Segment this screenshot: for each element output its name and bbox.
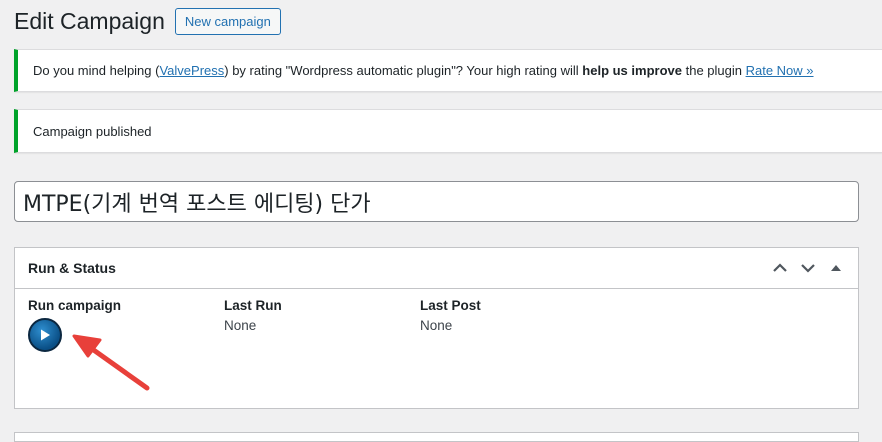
page-title: Edit Campaign bbox=[14, 8, 165, 34]
run-campaign-button[interactable] bbox=[28, 318, 62, 352]
title-row: Edit Campaign New campaign bbox=[14, 8, 281, 35]
last-run-column: Last Run None bbox=[224, 298, 282, 333]
rating-prefix: Do you mind helping ( bbox=[33, 63, 160, 78]
rating-middle: ) by rating "Wordpress automatic plugin"… bbox=[224, 63, 583, 78]
rating-bold: help us improve bbox=[582, 63, 682, 78]
last-run-value: None bbox=[224, 318, 257, 333]
new-campaign-button[interactable]: New campaign bbox=[174, 8, 281, 35]
last-post-label: Last Post bbox=[420, 298, 481, 313]
post-title-input[interactable]: MTPE(기계 번역 포스트 에디팅) 단가 bbox=[14, 181, 859, 222]
rate-now-link[interactable]: Rate Now » bbox=[746, 63, 814, 78]
run-status-title: Run & Status bbox=[28, 260, 116, 276]
move-down-icon[interactable] bbox=[794, 254, 822, 282]
rating-suffix: the plugin bbox=[681, 63, 746, 78]
published-notice: Campaign published bbox=[14, 109, 882, 153]
last-post-value: None bbox=[420, 318, 453, 333]
run-status-header: Run & Status bbox=[15, 248, 858, 289]
move-up-icon[interactable] bbox=[766, 254, 794, 282]
collapse-toggle-icon[interactable] bbox=[822, 254, 850, 282]
rating-notice: Do you mind helping (ValvePress) by rati… bbox=[14, 49, 882, 92]
run-campaign-label: Run campaign bbox=[28, 298, 122, 313]
last-post-column: Last Post None bbox=[420, 298, 481, 333]
play-icon bbox=[41, 329, 50, 341]
run-campaign-column: Run campaign bbox=[28, 298, 121, 313]
rating-notice-text: Do you mind helping (ValvePress) by rati… bbox=[33, 63, 814, 78]
last-run-label: Last Run bbox=[224, 298, 282, 313]
valvepress-link[interactable]: ValvePress bbox=[159, 63, 224, 78]
box-handles bbox=[766, 248, 850, 288]
published-notice-text: Campaign published bbox=[33, 123, 152, 139]
run-status-box: Run & Status Run campaign Last Run None … bbox=[14, 247, 859, 409]
